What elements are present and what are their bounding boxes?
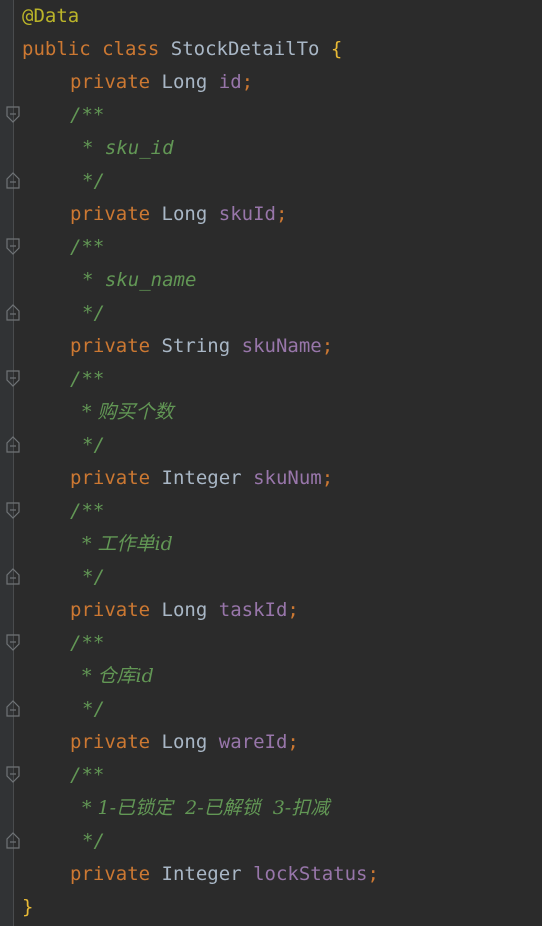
code-lines: @Data public class StockDetailTo { priva… [22,0,542,924]
doc-comment-body: * 仓库id [82,665,154,687]
keyword: private [70,599,151,621]
code-line: /** [22,627,542,660]
code-line: private Integer skuNum; [22,462,542,495]
fold-close-icon[interactable] [5,567,21,585]
field-name: wareId [218,731,288,753]
code-line: /** [22,231,542,264]
doc-comment-open: /** [70,104,105,126]
code-line: private String skuName; [22,330,542,363]
code-line: /** [22,495,542,528]
type-name: Integer [161,467,242,489]
fold-open-icon[interactable] [5,766,21,784]
code-line: */ [22,429,542,462]
semicolon: ; [241,71,254,93]
code-line: private Long taskId; [22,594,542,627]
type-name: Long [161,731,208,753]
keyword: private [70,863,151,885]
code-line: * 工作单id [22,528,542,561]
fold-close-icon[interactable] [5,435,21,453]
doc-comment-open: /** [70,500,105,522]
code-line: private Long skuId; [22,198,542,231]
code-line: * sku_id [22,132,542,165]
field-name: skuId [218,203,276,225]
semicolon: ; [287,731,299,753]
field-name: skuNum [253,467,322,489]
type-name: String [161,335,231,357]
type-name: Long [161,71,208,93]
keyword: class [102,38,160,60]
code-line: * 仓库id [22,660,542,693]
code-line: /** [22,363,542,396]
semicolon: ; [321,467,334,489]
code-line: @Data [22,0,542,33]
fold-open-icon[interactable] [5,106,21,124]
doc-comment-close: */ [82,302,105,324]
type-name: Long [161,599,208,621]
code-line: } [22,891,542,924]
fold-close-icon[interactable] [5,303,21,321]
code-line: * 购买个数 [22,396,542,429]
keyword: private [70,71,151,93]
fold-close-icon[interactable] [5,171,21,189]
keyword: public [22,38,91,60]
code-line: public class StockDetailTo { [22,33,542,66]
keyword: private [70,335,151,357]
annotation: @Data [22,5,80,27]
code-line: private Integer lockStatus; [22,858,542,891]
fold-open-icon[interactable] [5,370,21,388]
code-line: * 1-已锁定 2-已解锁 3-扣减 [22,792,542,825]
doc-comment-body: * 购买个数 [82,401,174,423]
type-name: Long [161,203,208,225]
doc-comment-open: /** [70,368,105,390]
doc-comment-close: */ [82,830,105,852]
doc-comment-close: */ [82,170,105,192]
closing-brace: } [22,896,34,918]
code-line: /** [22,99,542,132]
keyword: private [70,203,151,225]
doc-comment-close: */ [82,698,105,720]
doc-comment-close: */ [82,434,105,456]
field-name: lockStatus [253,863,368,885]
doc-comment-open: /** [70,236,105,258]
type-name: Integer [161,863,242,885]
doc-comment-body: * sku_name [82,269,197,291]
fold-open-icon[interactable] [5,634,21,652]
fold-open-icon[interactable] [5,238,21,256]
doc-comment-body: * sku_id [82,137,174,159]
gutter-divider [13,0,14,926]
code-editor[interactable]: @Data public class StockDetailTo { priva… [0,0,542,926]
code-line: /** [22,759,542,792]
fold-close-icon[interactable] [5,699,21,717]
code-line: */ [22,693,542,726]
code-line: */ [22,165,542,198]
code-line: * sku_name [22,264,542,297]
fold-open-icon[interactable] [5,502,21,520]
field-name: taskId [218,599,288,621]
semicolon: ; [367,863,379,885]
field-name: skuName [241,335,322,357]
editor-gutter [0,0,14,926]
doc-comment-close: */ [82,566,105,588]
code-line: private Long id; [22,66,542,99]
keyword: private [70,467,151,489]
code-line: private Long wareId; [22,726,542,759]
semicolon: ; [321,335,334,357]
fold-close-icon[interactable] [5,831,21,849]
doc-comment-body: * 1-已锁定 2-已解锁 3-扣减 [82,797,330,819]
doc-comment-body: * 工作单id [82,533,173,555]
doc-comment-open: /** [70,632,105,654]
field-name: id [218,71,242,93]
keyword: private [70,731,151,753]
semicolon: ; [287,599,299,621]
code-line: */ [22,297,542,330]
brace: { [330,38,343,60]
code-line: */ [22,561,542,594]
code-line: */ [22,825,542,858]
semicolon: ; [275,203,288,225]
class-name: StockDetailTo [170,38,320,60]
doc-comment-open: /** [70,764,105,786]
